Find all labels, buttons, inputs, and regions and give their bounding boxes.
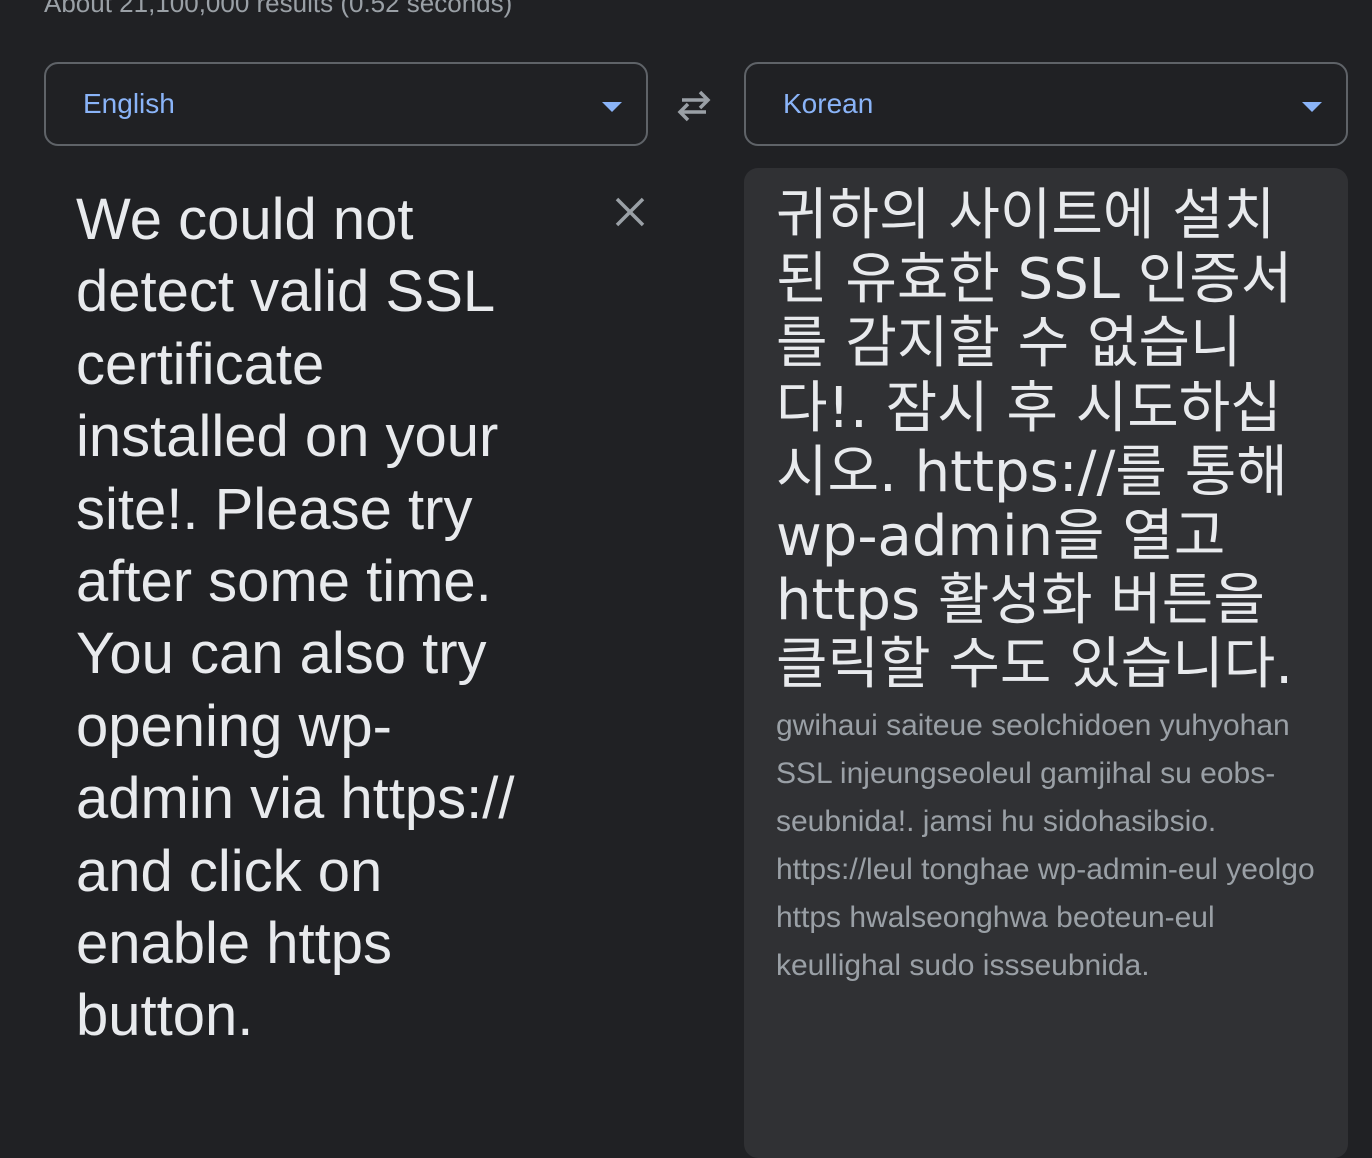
swap-languages-icon xyxy=(677,90,711,122)
target-language-select[interactable]: Korean xyxy=(744,62,1348,146)
source-language-select[interactable]: English xyxy=(44,62,648,146)
chevron-down-icon xyxy=(1302,102,1322,112)
translated-text: 귀하의 사이트에 설치된 유효한 SSL 인증서를 감지할 수 없습니다!. 잠… xyxy=(776,183,1294,698)
romanization-text: gwihaui saiteue seolchidoen yuhyohan SSL… xyxy=(776,709,1315,982)
source-text-panel[interactable]: We could not detect valid SSL certificat… xyxy=(44,168,648,1140)
source-text[interactable]: We could not detect valid SSL certificat… xyxy=(76,184,516,1053)
chevron-down-icon xyxy=(602,102,622,112)
translation-panel: 귀하의 사이트에 설치된 유효한 SSL 인증서를 감지할 수 없습니다!. 잠… xyxy=(744,168,1348,1158)
swap-languages-button[interactable] xyxy=(672,84,716,124)
close-icon xyxy=(615,197,645,227)
target-language-label: Korean xyxy=(783,88,874,119)
clear-source-button[interactable] xyxy=(612,194,648,230)
source-language-label: English xyxy=(83,88,175,119)
results-stats: About 21,100,000 results (0.52 seconds) xyxy=(44,0,513,18)
